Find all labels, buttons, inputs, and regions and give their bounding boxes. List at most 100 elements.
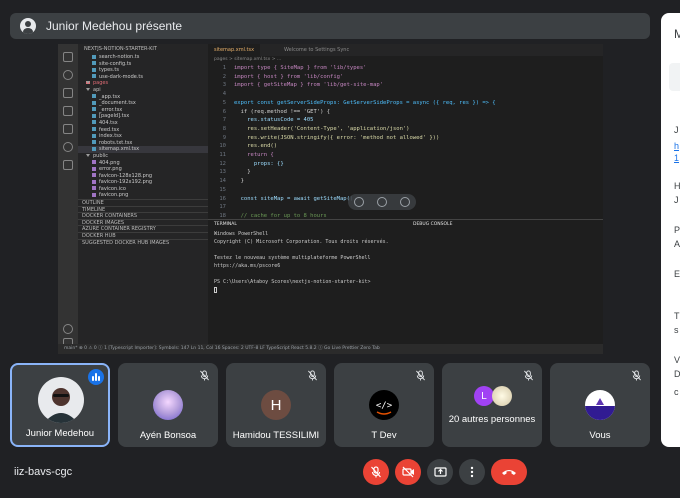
mic-off-icon (371, 466, 381, 478)
line-number: 5 (222, 99, 226, 106)
meeting-code: iiz-bavs-cgc (14, 466, 73, 478)
terminal-panel: TERMINAL DEBUG CONSOLE Windows PowerShel… (208, 219, 603, 344)
presenter-text: Junior Medehou présente (46, 19, 183, 33)
explorer-section[interactable]: AZURE CONTAINER REGISTRY (78, 225, 208, 232)
line-number: 2 (222, 73, 226, 80)
code-line: 13 } (208, 168, 603, 177)
leave-call-button[interactable] (491, 459, 527, 485)
breadcrumb: pages > sitemap.xml.tsx > ... (214, 57, 282, 62)
file-item[interactable]: _document.tsx (78, 100, 208, 107)
camera-toggle-button[interactable] (395, 459, 421, 485)
explorer-section[interactable]: TIMELINE (78, 205, 208, 212)
docker-icon (63, 160, 73, 170)
mic-off-icon (416, 370, 425, 381)
file-icon (92, 173, 96, 178)
file-item[interactable]: _error.tsx (78, 107, 208, 114)
code-line: 14 } (208, 177, 603, 186)
side-panel-title: M (674, 27, 680, 41)
file-name: 404.png (99, 159, 120, 166)
file-name: error.png (99, 166, 122, 173)
file-item[interactable]: types.ts (78, 67, 208, 74)
file-item[interactable]: robots.txt.tsx (78, 140, 208, 147)
participant-tile[interactable]: Vous (550, 363, 650, 447)
file-icon (92, 74, 96, 79)
file-item[interactable]: use-dark-mode.ts (78, 74, 208, 81)
file-item[interactable]: [pageId].tsx (78, 113, 208, 120)
person-photo-icon (44, 388, 78, 423)
participant-tile[interactable]: H Hamidou TESSILIMI (226, 363, 326, 447)
terminal-line: Copyright (C) Microsoft Corporation. Tou… (214, 239, 389, 245)
file-item[interactable]: sitemap.xml.tsx (78, 146, 208, 153)
participant-name: Hamidou TESSILIMI (232, 430, 320, 441)
file-explorer: NEXTJS-NOTION-STARTER-KIT search-notion.… (78, 44, 208, 354)
chevron-down-icon (86, 81, 90, 85)
side-panel-text: s (674, 325, 679, 335)
overlay-pointer-icon (377, 197, 387, 207)
file-item[interactable]: index.tsx (78, 133, 208, 140)
file-name: favicon.ico (99, 185, 126, 192)
file-icon (92, 166, 96, 171)
side-panel: M J h 1 H J P A E T s V D c (661, 13, 680, 447)
file-icon (92, 192, 96, 197)
present-screen-button[interactable] (427, 459, 453, 485)
explorer-section[interactable]: DOCKER IMAGES (78, 218, 208, 225)
folder-item[interactable]: public (78, 153, 208, 160)
file-item[interactable]: favicon-192x192.png (78, 179, 208, 186)
participant-tile[interactable]: L 20 autres personnes (442, 363, 542, 447)
file-name: use-dark-mode.ts (99, 73, 143, 80)
terminal-tab: TERMINAL (214, 222, 237, 227)
file-item[interactable]: 404.tsx (78, 120, 208, 127)
side-panel-link[interactable]: h (674, 141, 679, 151)
file-item[interactable]: site-config.ts (78, 61, 208, 68)
file-item[interactable]: 404.png (78, 160, 208, 167)
side-panel-text: c (674, 387, 679, 397)
code-text: if (req.method !== 'GET') { (234, 108, 331, 115)
side-panel-text: V (674, 355, 680, 365)
terminal-cursor (214, 286, 217, 293)
folder-item[interactable]: api (78, 87, 208, 94)
code-text: } (234, 169, 251, 176)
folder-item[interactable]: pages (78, 80, 208, 87)
file-name: favicon-128x128.png (99, 172, 153, 179)
file-name: [pageId].tsx (99, 113, 130, 120)
side-panel-text: J (674, 125, 679, 135)
overlay-hand-icon (354, 197, 364, 207)
file-item[interactable]: favicon-128x128.png (78, 173, 208, 180)
file-name: robots.txt.tsx (99, 139, 133, 146)
more-options-button[interactable] (459, 459, 485, 485)
side-panel-link[interactable]: 1 (674, 153, 679, 163)
participant-tile[interactable]: </> T Dev (334, 363, 434, 447)
dev-logo-icon: </> (376, 401, 393, 415)
file-name: AZURE CONTAINER REGISTRY (82, 226, 156, 233)
explorer-section[interactable]: SUGGESTED DOCKER HUB IMAGES (78, 238, 208, 245)
file-item[interactable]: error.png (78, 166, 208, 173)
explorer-section[interactable]: DOCKER HUB (78, 232, 208, 239)
mic-off-icon (200, 370, 209, 381)
code-line: 6 if (req.method !== 'GET') { (208, 108, 603, 117)
file-icon (92, 146, 96, 151)
side-panel-text: D (674, 369, 680, 379)
explorer-section[interactable]: DOCKER CONTAINERS (78, 212, 208, 219)
avatar (38, 377, 84, 423)
file-item[interactable]: _app.tsx (78, 94, 208, 101)
avatar: </> (369, 390, 399, 420)
explorer-section[interactable]: OUTLINE (78, 199, 208, 206)
side-panel-text: E (674, 269, 680, 279)
file-icon (92, 179, 96, 184)
participant-name: Junior Medehou (25, 428, 95, 439)
code-line: 10 res.end() (208, 142, 603, 151)
file-item[interactable]: search-notion.ts (78, 54, 208, 61)
present-icon (433, 467, 447, 477)
file-item[interactable]: feed.tsx (78, 127, 208, 134)
side-panel-text: A (674, 239, 680, 249)
side-panel-input[interactable] (669, 63, 680, 91)
file-icon (92, 140, 96, 145)
file-name: OUTLINE (82, 200, 104, 206)
code-text: // cache for up to 8 hours (234, 212, 327, 219)
file-item[interactable]: favicon.ico (78, 186, 208, 193)
mic-toggle-button[interactable] (363, 459, 389, 485)
participant-tile[interactable]: Ayén Bonsoa (118, 363, 218, 447)
participant-tile[interactable]: Junior Medehou (10, 363, 110, 447)
line-number: 8 (222, 125, 226, 132)
file-item[interactable]: favicon.png (78, 192, 208, 199)
